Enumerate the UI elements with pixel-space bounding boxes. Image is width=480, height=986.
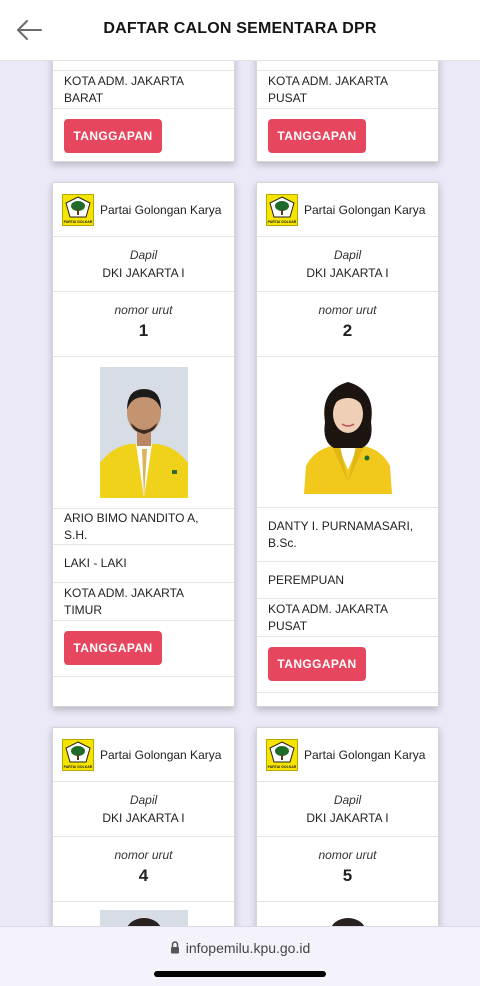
nomor-row: nomor urut 2 <box>257 292 438 357</box>
home-indicator[interactable] <box>154 971 326 977</box>
dapil-value: DKI JAKARTA I <box>306 266 389 280</box>
party-row: PARTAI GOLKAR Partai Golongan Karya <box>257 183 438 237</box>
dapil-label: Dapil <box>333 248 362 262</box>
dapil-value: DKI JAKARTA I <box>102 266 185 280</box>
lock-icon <box>170 941 179 954</box>
nomor-urut: 1 <box>138 321 149 340</box>
nomor-row: nomor urut 1 <box>53 292 234 357</box>
banyan-tree-icon <box>65 740 91 762</box>
candidate-name: ARIO BIMO NANDITO A, S.H. <box>53 509 234 545</box>
browser-address-bar[interactable]: infopemilu.kpu.go.id <box>0 926 480 986</box>
nomor-row: nomor urut 5 <box>257 837 438 902</box>
party-row: PARTAI GOLKAR Partai Golongan Karya <box>53 183 234 237</box>
dapil-label: Dapil <box>333 793 362 807</box>
candidate-kota: KOTA ADM. JAKARTA PUSAT <box>257 599 438 637</box>
dapil-label: Dapil <box>129 248 158 262</box>
dapil-row: Dapil DKI JAKARTA I <box>53 782 234 837</box>
candidate-kota: KOTA ADM. JAKARTA TIMUR <box>53 583 234 621</box>
party-name: Partai Golongan Karya <box>304 202 426 217</box>
candidate-card[interactable]: PARTAI GOLKAR Partai Golongan Karya Dapi… <box>52 182 235 707</box>
candidate-gender: LAKI - LAKI <box>53 545 234 583</box>
tanggapan-button[interactable]: TANGGAPAN <box>64 119 162 153</box>
nomor-label: nomor urut <box>318 303 377 317</box>
dapil-value: DKI JAKARTA I <box>306 811 389 825</box>
button-row: TANGGAPAN <box>257 637 438 693</box>
nomor-urut: 4 <box>138 866 149 885</box>
photo-row <box>53 357 234 509</box>
party-name: Partai Golongan Karya <box>100 202 222 217</box>
dapil-row: Dapil DKI JAKARTA I <box>257 782 438 837</box>
dapil-label: Dapil <box>129 793 158 807</box>
nomor-row: nomor urut 4 <box>53 837 234 902</box>
nomor-label: nomor urut <box>114 303 173 317</box>
candidate-card[interactable]: PARTAI GOLKAR Partai Golongan Karya Dapi… <box>256 182 439 707</box>
logo-text: PARTAI GOLKAR <box>267 219 297 224</box>
party-row: PARTAI GOLKAR Partai Golongan Karya <box>257 728 438 782</box>
url-display[interactable]: infopemilu.kpu.go.id <box>0 940 480 956</box>
candidate-kota: KOTA ADM. JAKARTA PUSAT <box>257 71 438 109</box>
golkar-logo: PARTAI GOLKAR <box>266 193 298 226</box>
banyan-tree-icon <box>269 195 295 217</box>
candidate-gender: PEREMPUAN <box>257 562 438 599</box>
url-text: infopemilu.kpu.go.id <box>185 940 311 956</box>
candidate-photo <box>99 367 188 498</box>
dapil-row: Dapil DKI JAKARTA I <box>257 237 438 292</box>
candidate-grid: KOTA ADM. JAKARTA BARAT TANGGAPAN KOTA A… <box>0 0 480 985</box>
candidate-photo <box>303 370 392 494</box>
tanggapan-button[interactable]: TANGGAPAN <box>64 631 162 665</box>
nomor-label: nomor urut <box>114 848 173 862</box>
photo-row <box>257 357 438 508</box>
dapil-row: Dapil DKI JAKARTA I <box>53 237 234 292</box>
party-row: PARTAI GOLKAR Partai Golongan Karya <box>53 728 234 782</box>
party-name: Partai Golongan Karya <box>304 747 426 762</box>
candidate-name: DANTY I. PURNAMASARI, B.Sc. <box>257 508 438 562</box>
golkar-logo: PARTAI GOLKAR <box>266 738 298 771</box>
tanggapan-button[interactable]: TANGGAPAN <box>268 647 366 681</box>
page-title: DAFTAR CALON SEMENTARA DPR <box>103 20 377 37</box>
nomor-urut: 2 <box>342 321 353 340</box>
dapil-value: DKI JAKARTA I <box>102 811 185 825</box>
nomor-label: nomor urut <box>318 848 377 862</box>
app-header: DAFTAR CALON SEMENTARA DPR <box>0 0 480 61</box>
nomor-urut: 5 <box>342 866 353 885</box>
candidate-kota: KOTA ADM. JAKARTA BARAT <box>53 71 234 109</box>
button-row: TANGGAPAN <box>53 621 234 677</box>
tanggapan-button[interactable]: TANGGAPAN <box>268 119 366 153</box>
banyan-tree-icon <box>269 740 295 762</box>
logo-text: PARTAI GOLKAR <box>267 764 297 769</box>
logo-text: PARTAI GOLKAR <box>63 219 93 224</box>
golkar-logo: PARTAI GOLKAR <box>62 193 94 226</box>
golkar-logo: PARTAI GOLKAR <box>62 738 94 771</box>
party-name: Partai Golongan Karya <box>100 747 222 762</box>
banyan-tree-icon <box>65 195 91 217</box>
logo-text: PARTAI GOLKAR <box>63 764 93 769</box>
